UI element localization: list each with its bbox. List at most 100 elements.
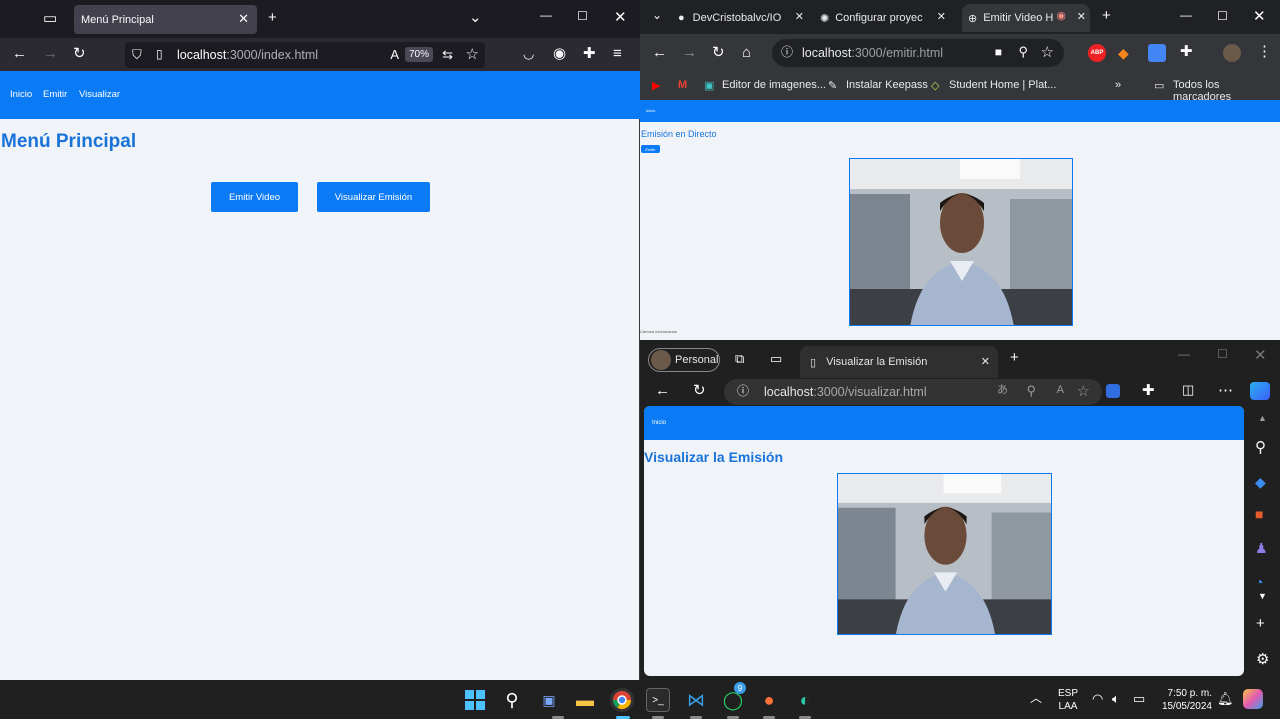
more-options-icon[interactable]: ⋯ bbox=[1218, 383, 1233, 398]
forward-icon[interactable]: → bbox=[682, 45, 697, 60]
maximize-icon[interactable]: ☐ bbox=[1217, 348, 1228, 360]
menu-icon[interactable]: ⋮ bbox=[1257, 44, 1272, 59]
scroll-down-icon[interactable]: ▼ bbox=[1258, 592, 1267, 601]
shield-icon[interactable]: ⛉ bbox=[132, 48, 142, 61]
back-icon[interactable]: ← bbox=[12, 46, 27, 61]
task-view-icon[interactable]: ▣ bbox=[537, 688, 561, 712]
minimize-icon[interactable]: — bbox=[1178, 348, 1190, 360]
account-icon[interactable]: ◉ bbox=[553, 46, 566, 61]
minimize-icon[interactable]: — bbox=[540, 9, 552, 21]
scroll-up-icon[interactable]: ▲ bbox=[1258, 414, 1267, 423]
battery-icon[interactable]: ▭ bbox=[1133, 692, 1145, 705]
new-tab-icon[interactable]: + bbox=[1010, 350, 1019, 365]
clock[interactable]: 7:50 p. m. 15/05/2024 bbox=[1156, 687, 1212, 713]
new-tab-icon[interactable]: + bbox=[1102, 8, 1111, 23]
site-info-icon[interactable]: ⓘ bbox=[737, 385, 749, 397]
minimize-icon[interactable]: — bbox=[1180, 9, 1192, 21]
metamask-icon[interactable]: ◆ bbox=[1118, 45, 1129, 62]
forward-icon[interactable]: → bbox=[43, 46, 58, 61]
chrome-taskbar-icon[interactable] bbox=[610, 688, 634, 712]
extensions-icon[interactable]: ✚ bbox=[583, 46, 596, 61]
avatar[interactable] bbox=[1223, 44, 1241, 62]
bookmark-star-icon[interactable]: ☆ bbox=[466, 47, 479, 62]
search-icon[interactable]: ⚲ bbox=[500, 688, 524, 712]
shopping-icon[interactable]: ◆ bbox=[1255, 474, 1266, 491]
read-aloud-icon[interactable]: A bbox=[1057, 385, 1064, 396]
edge-tab-visualizar[interactable]: ▯ Visualizar la Emisión ✕ bbox=[800, 346, 998, 378]
emitir-video-button[interactable]: Emitir Video bbox=[211, 182, 298, 212]
vscode-icon[interactable]: ⋈ bbox=[684, 688, 708, 712]
start-icon[interactable] bbox=[463, 688, 487, 712]
wifi-icon[interactable]: ◠ bbox=[1092, 692, 1103, 705]
firefox-url-bar[interactable]: ⛉ ▯ localhost:3000/index.html A 70% ⇆ ☆ bbox=[125, 42, 485, 68]
copilot-icon[interactable] bbox=[1243, 689, 1263, 709]
terminal-icon[interactable]: >_ bbox=[646, 688, 670, 712]
reload-icon[interactable]: ↻ bbox=[712, 45, 725, 60]
close-tab-icon[interactable]: ✕ bbox=[238, 11, 249, 27]
close-tab-icon[interactable]: ✕ bbox=[1077, 10, 1086, 23]
chevron-down-icon[interactable]: ⌄ bbox=[469, 10, 482, 25]
edge-url-bar[interactable]: ⓘ localhost:3000/visualizar.html あ ⚲ A ☆ bbox=[724, 379, 1102, 405]
visualizar-emision-button[interactable]: Visualizar Emisión bbox=[317, 182, 430, 212]
bookmark-editor-imagenes[interactable]: Editor de imagenes... bbox=[722, 79, 826, 91]
firefox-taskbar-icon[interactable]: ● bbox=[757, 688, 781, 712]
zoom-icon[interactable]: ⚲ bbox=[1026, 384, 1036, 397]
translate-extension-icon[interactable] bbox=[1148, 44, 1166, 62]
m365-icon[interactable]: ◔ bbox=[1255, 574, 1263, 590]
more-bookmarks-icon[interactable]: » bbox=[1115, 79, 1121, 91]
nav-link-inicio[interactable]: Inicio bbox=[646, 108, 655, 113]
translate-icon[interactable]: A bbox=[390, 48, 399, 61]
tools-icon[interactable]: ■ bbox=[1255, 506, 1263, 522]
chrome-tab-configurar[interactable]: ✺ Configurar proyec ✕ bbox=[820, 4, 950, 32]
firefox-tab-menu-principal[interactable]: Menú Principal ✕ bbox=[74, 5, 257, 34]
extensions-icon[interactable]: ✚ bbox=[1180, 44, 1193, 59]
edge-taskbar-icon[interactable]: ◐ bbox=[793, 688, 817, 712]
search-icon[interactable]: ⚲ bbox=[1255, 440, 1266, 455]
language-indicator[interactable]: ESP LAA bbox=[1058, 687, 1078, 713]
maximize-icon[interactable]: ☐ bbox=[1217, 10, 1228, 22]
chrome-tab-github[interactable]: ● DevCristobalvc/IO ✕ bbox=[678, 4, 808, 32]
pocket-icon[interactable]: ◡ bbox=[523, 47, 534, 60]
split-screen-icon[interactable]: ◫ bbox=[1182, 383, 1194, 396]
gmail-icon[interactable]: M bbox=[678, 79, 687, 91]
file-explorer-icon[interactable]: ▬ bbox=[573, 688, 597, 712]
nav-link-emitir[interactable]: Emitir bbox=[43, 89, 67, 100]
chrome-tab-emitir[interactable]: ⊕ Emitir Video H ◉ ✕ bbox=[962, 4, 1090, 32]
extensions-icon[interactable]: ✚ bbox=[1142, 383, 1155, 398]
tab-list-icon[interactable]: ▭ bbox=[43, 11, 57, 26]
reload-icon[interactable]: ↻ bbox=[693, 383, 706, 398]
zoom-level[interactable]: 70% bbox=[404, 47, 433, 62]
new-tab-icon[interactable]: + bbox=[268, 10, 277, 25]
profile-button[interactable]: Personal bbox=[648, 348, 720, 372]
youtube-icon[interactable]: ▶ bbox=[652, 79, 660, 92]
back-icon[interactable]: ← bbox=[652, 45, 667, 60]
close-window-icon[interactable]: ✕ bbox=[1253, 9, 1266, 24]
workspaces-icon[interactable]: ⧉ bbox=[735, 352, 744, 365]
games-icon[interactable]: ♟ bbox=[1255, 540, 1268, 557]
back-icon[interactable]: ← bbox=[655, 383, 670, 398]
bookmark-star-icon[interactable]: ☆ bbox=[1041, 45, 1054, 60]
add-icon[interactable]: + bbox=[1256, 616, 1265, 631]
close-window-icon[interactable]: ✕ bbox=[1254, 348, 1267, 363]
menu-icon[interactable]: ≡ bbox=[613, 46, 622, 61]
favorite-star-icon[interactable]: ☆ bbox=[1077, 384, 1090, 399]
gear-icon[interactable]: ⚙ bbox=[1256, 652, 1269, 667]
zoom-icon[interactable]: ⚲ bbox=[1018, 45, 1028, 58]
home-icon[interactable]: ⌂ bbox=[742, 45, 751, 60]
chevron-up-icon[interactable]: ︿ bbox=[1030, 692, 1042, 704]
close-tab-icon[interactable]: ✕ bbox=[981, 355, 990, 368]
copilot-icon[interactable] bbox=[1250, 382, 1270, 400]
maximize-icon[interactable]: ☐ bbox=[577, 10, 588, 22]
site-info-icon[interactable]: ⓘ bbox=[781, 46, 793, 58]
translate-icon[interactable]: あ bbox=[997, 385, 1008, 396]
camera-icon[interactable]: ■ bbox=[995, 46, 1002, 58]
close-tab-icon[interactable]: ✕ bbox=[937, 10, 946, 23]
adblock-icon[interactable]: ABP bbox=[1088, 44, 1106, 62]
emitir-button[interactable]: Emitir bbox=[641, 145, 660, 153]
nav-link-visualizar[interactable]: Visualizar bbox=[79, 89, 120, 100]
bookmark-keepass[interactable]: Instalar Keepass bbox=[846, 79, 928, 91]
tab-actions-icon[interactable]: ▭ bbox=[770, 352, 782, 365]
volume-icon[interactable]: 🔈︎ bbox=[1112, 692, 1120, 705]
nav-link-inicio[interactable]: Inicio bbox=[652, 420, 666, 426]
tab-search-icon[interactable]: ⌄ bbox=[652, 9, 662, 21]
